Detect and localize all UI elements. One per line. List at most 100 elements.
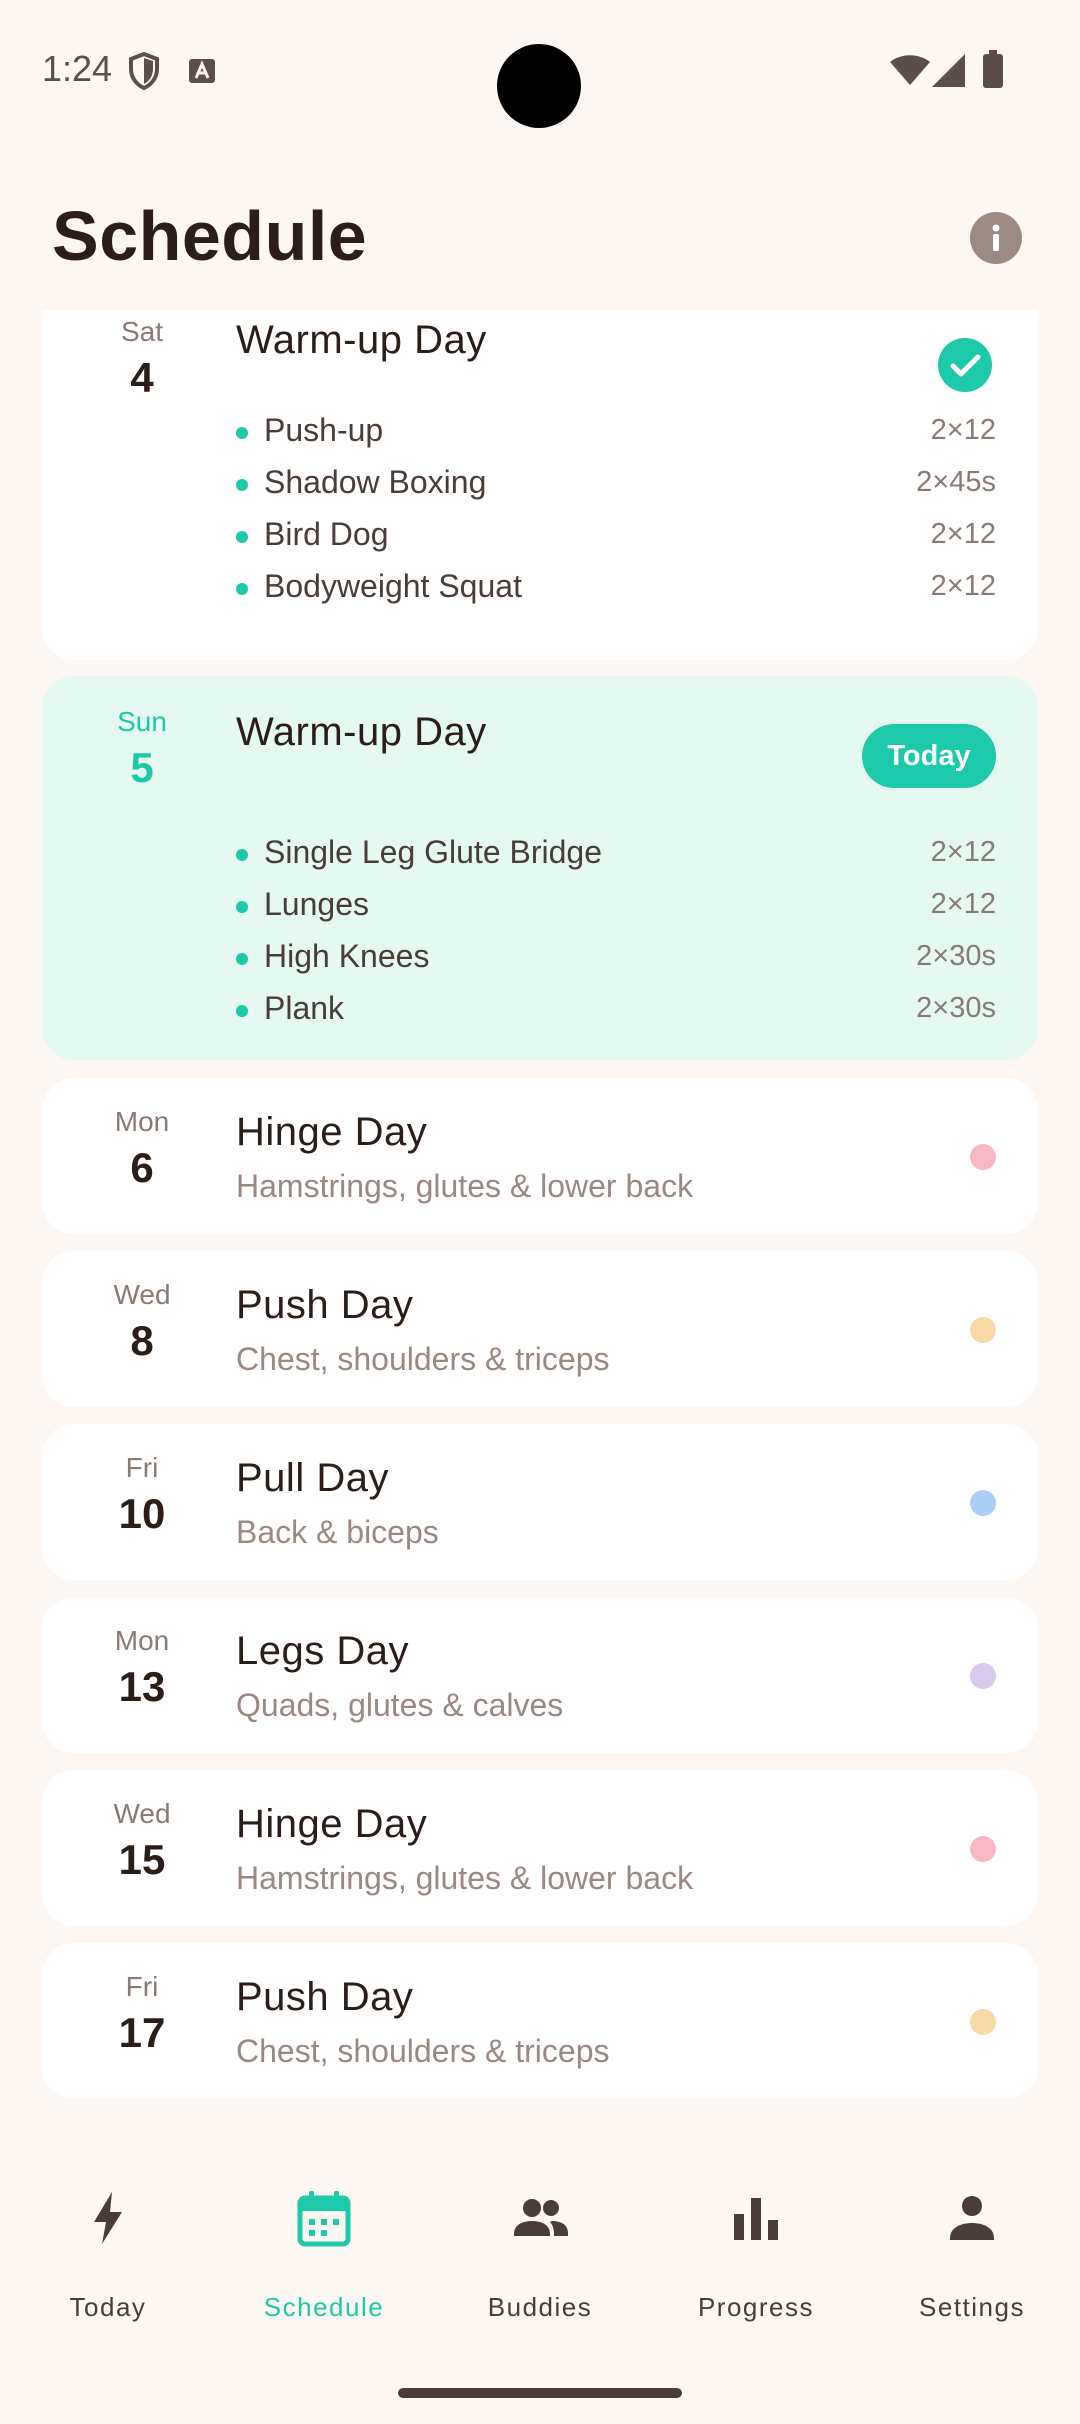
calendar-icon <box>297 2191 351 2247</box>
workout-type-dot <box>970 1490 996 1516</box>
exercise-item: Bodyweight Squat 2×12 <box>236 568 996 608</box>
wifi-icon <box>890 55 930 85</box>
nav-today[interactable]: Today <box>0 2164 216 2344</box>
card-title: Push Day <box>236 1975 414 2019</box>
card-subtitle: Hamstrings, glutes & lower back <box>236 1168 694 1204</box>
shield-icon <box>129 52 159 90</box>
exercise-bullet <box>236 531 248 543</box>
exercise-name: High Knees <box>264 938 430 974</box>
exercise-sets: 2×12 <box>930 888 996 920</box>
card-title: Push Day <box>236 1283 414 1327</box>
card-weekday: Sat <box>120 316 164 347</box>
cellular-icon <box>932 54 965 87</box>
workout-type-dot <box>970 1836 996 1862</box>
workout-type-dot <box>970 2009 996 2035</box>
card-day-number: 13 <box>118 1663 166 1710</box>
exercise-bullet <box>236 953 248 965</box>
exercise-name: Push-up <box>264 412 384 448</box>
nav-label: Buddies <box>487 2292 593 2322</box>
schedule-card[interactable]: Mon 13 Legs Day Quads, glutes & calves <box>42 1597 1038 1753</box>
bar-chart-icon <box>734 2198 778 2240</box>
schedule-card[interactable]: Fri 17 Push Day Chest, shoulders & trice… <box>42 1943 1038 2099</box>
card-date: Fri 17 <box>42 1971 242 2057</box>
card-subtitle: Chest, shoulders & triceps <box>236 2033 610 2069</box>
nav-progress[interactable]: Progress <box>648 2164 864 2344</box>
card-weekday: Wed <box>113 1279 171 1310</box>
card-day-number: 8 <box>130 1317 154 1364</box>
nav-buddies[interactable]: Buddies <box>432 2164 648 2344</box>
workout-type-dot <box>970 1144 996 1170</box>
card-subtitle: Chest, shoulders & triceps <box>236 1341 610 1377</box>
nav-label: Today <box>69 2292 147 2322</box>
nav-label: Schedule <box>263 2292 385 2322</box>
battery-icon <box>983 50 1003 88</box>
schedule-card[interactable]: Mon 6 Hinge Day Hamstrings, glutes & low… <box>42 1078 1038 1234</box>
card-title: Warm-up Day <box>236 318 487 362</box>
card-date: Mon 6 <box>42 1106 242 1192</box>
card-title: Hinge Day <box>236 1110 428 1154</box>
card-title: Legs Day <box>236 1629 409 1673</box>
nav-label: Settings <box>919 2292 1025 2322</box>
exercise-item: Single Leg Glute Bridge 2×12 <box>236 834 996 874</box>
exercise-name: Shadow Boxing <box>264 464 487 500</box>
schedule-card[interactable]: Wed 15 Hinge Day Hamstrings, glutes & lo… <box>42 1770 1038 1926</box>
card-day-number: 4 <box>130 354 154 401</box>
bolt-icon <box>94 2192 122 2244</box>
exercise-sets: 2×12 <box>930 836 996 868</box>
card-title: Warm-up Day <box>236 710 487 754</box>
schedule-card-today[interactable]: Sun 5 Warm-up Day Today Single Leg Glute… <box>42 676 1038 1060</box>
exercise-sets: 2×30s <box>916 940 996 972</box>
exercise-sets: 2×12 <box>930 414 996 446</box>
schedule-card[interactable]: Sat 4 Warm-up Day Push-up 2×12 Shadow Bo… <box>42 310 1038 660</box>
exercise-name: Lunges <box>264 886 369 922</box>
exercise-name: Single Leg Glute Bridge <box>264 834 602 870</box>
info-icon <box>992 224 1000 251</box>
exercise-bullet <box>236 901 248 913</box>
card-title: Hinge Day <box>236 1802 428 1846</box>
card-date: Sat 4 <box>42 316 242 402</box>
card-subtitle: Hamstrings, glutes & lower back <box>236 1860 694 1896</box>
schedule-card[interactable]: Wed 8 Push Day Chest, shoulders & tricep… <box>42 1251 1038 1407</box>
exercise-sets: 2×30s <box>916 992 996 1024</box>
card-title: Pull Day <box>236 1456 389 1500</box>
card-day-number: 17 <box>118 2009 166 2056</box>
nav-schedule[interactable]: Schedule <box>216 2164 432 2344</box>
status-time: 1:24 <box>42 48 113 89</box>
card-subtitle: Quads, glutes & calves <box>236 1687 564 1723</box>
keyboard-icon <box>189 59 215 83</box>
card-date: Wed 8 <box>42 1279 242 1365</box>
info-button[interactable] <box>970 212 1022 264</box>
exercise-sets: 2×12 <box>930 570 996 602</box>
completed-check-icon <box>938 338 992 392</box>
card-weekday: Fri <box>125 1971 159 2002</box>
exercise-sets: 2×45s <box>916 466 996 498</box>
page-title: Schedule <box>52 197 368 275</box>
card-day-number: 10 <box>118 1490 166 1537</box>
card-weekday: Mon <box>114 1625 170 1656</box>
nav-label: Progress <box>697 2292 815 2322</box>
card-weekday: Mon <box>114 1106 170 1137</box>
card-weekday: Wed <box>113 1798 171 1829</box>
exercise-bullet <box>236 849 248 861</box>
person-icon <box>950 2196 994 2240</box>
exercise-bullet <box>236 1005 248 1017</box>
card-day-number: 5 <box>130 744 154 791</box>
schedule-list[interactable]: Sat 4 Warm-up Day Push-up 2×12 Shadow Bo… <box>0 310 1080 2146</box>
exercise-bullet <box>236 583 248 595</box>
card-date: Sun 5 <box>42 706 242 792</box>
exercise-name: Plank <box>264 990 345 1026</box>
nav-settings[interactable]: Settings <box>864 2164 1080 2344</box>
exercise-sets: 2×12 <box>930 518 996 550</box>
exercise-item: Shadow Boxing 2×45s <box>236 464 996 504</box>
schedule-card[interactable]: Fri 10 Pull Day Back & biceps <box>42 1424 1038 1580</box>
card-day-number: 15 <box>118 1836 166 1883</box>
card-weekday: Sun <box>117 706 167 737</box>
people-icon <box>514 2199 568 2236</box>
status-bar: 1:24 <box>0 0 1080 140</box>
home-indicator[interactable] <box>398 2388 682 2398</box>
exercise-item: Push-up 2×12 <box>236 412 996 452</box>
exercise-name: Bodyweight Squat <box>264 568 522 604</box>
workout-type-dot <box>970 1663 996 1689</box>
card-date: Mon 13 <box>42 1625 242 1711</box>
workout-type-dot <box>970 1317 996 1343</box>
